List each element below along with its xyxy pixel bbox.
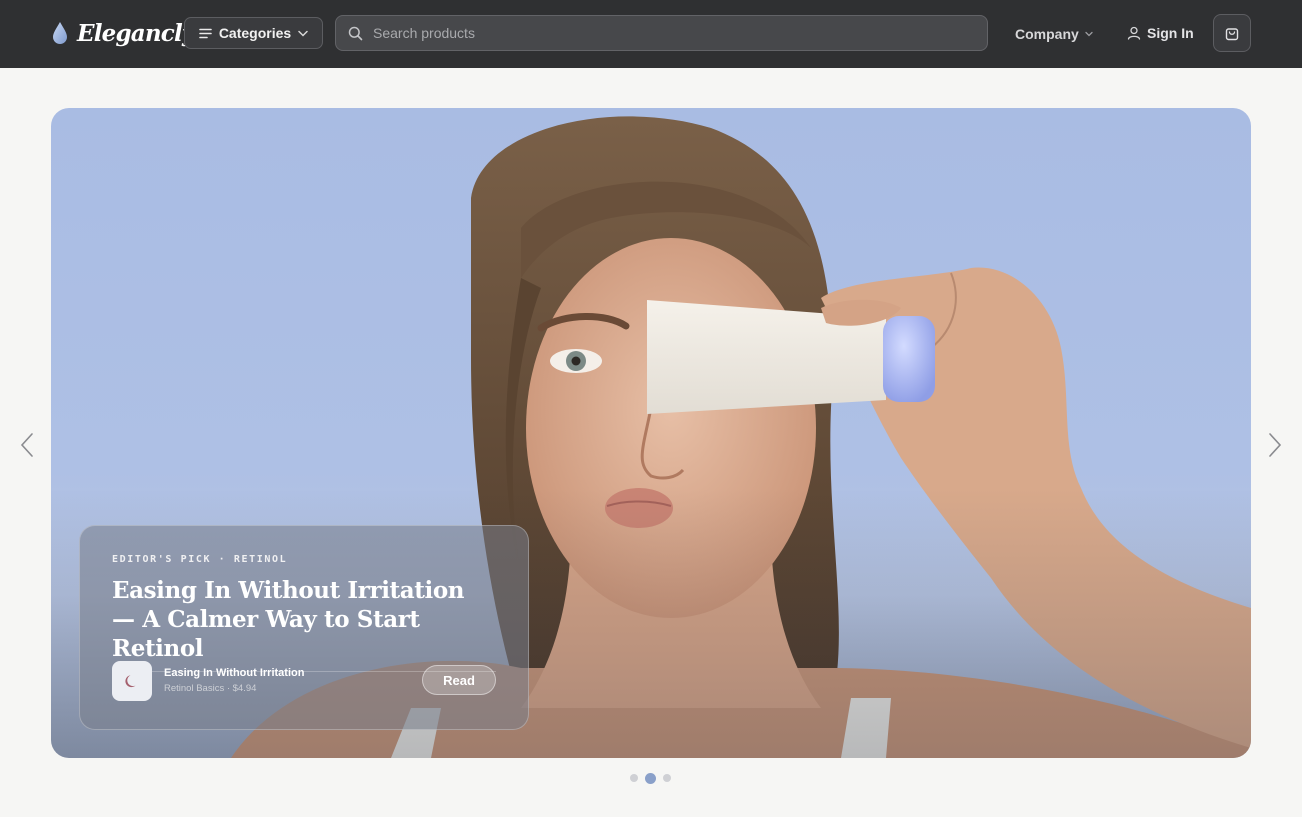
carousel-dot-3[interactable] [663,774,671,782]
menu-lines-icon [199,28,212,38]
moon-icon [125,675,136,688]
sign-in-link[interactable]: Sign In [1127,23,1194,43]
carousel-next-button[interactable] [1263,430,1287,460]
chevron-right-icon [1269,433,1282,457]
brand-logo[interactable]: Elegancly [51,16,195,50]
hero-banner: EDITOR'S PICK · RETINOL Easing In Withou… [51,108,1251,758]
product-thumbnail[interactable] [112,661,152,701]
carousel-prev-button[interactable] [15,430,39,460]
user-icon [1127,26,1141,40]
featured-product-row: Easing In Without Irritation Retinol Bas… [112,661,496,701]
search-bar [335,15,988,51]
water-drop-icon [53,22,67,44]
company-menu[interactable]: Company [1015,24,1093,44]
article-eyebrow: EDITOR'S PICK · RETINOL [112,554,288,565]
shopping-bag-icon [1225,28,1239,41]
chevron-left-icon [20,433,33,457]
search-icon [348,26,363,40]
chevron-down-icon [298,30,308,37]
categories-button[interactable]: Categories [184,17,323,49]
carousel-dot-2[interactable] [645,772,656,784]
top-nav-bar: Elegancly Categories Company Sign In [0,0,1302,68]
article-headline[interactable]: Easing In Without Irritation — A Calmer … [112,576,492,663]
cart-button[interactable] [1213,14,1251,52]
product-meta: Retinol Basics · $4.94 [164,683,257,694]
company-label: Company [1015,26,1079,42]
search-input[interactable] [373,25,987,41]
categories-label: Categories [218,25,292,41]
carousel-pagination [630,772,671,784]
carousel-dot-1[interactable] [630,774,638,782]
read-button[interactable]: Read [422,665,496,695]
featured-article-card: EDITOR'S PICK · RETINOL Easing In Withou… [79,525,529,730]
chevron-down-icon [1085,31,1093,37]
brand-name: Elegancly [77,19,195,47]
sign-in-label: Sign In [1147,25,1194,41]
product-name: Easing In Without Irritation [164,667,305,679]
